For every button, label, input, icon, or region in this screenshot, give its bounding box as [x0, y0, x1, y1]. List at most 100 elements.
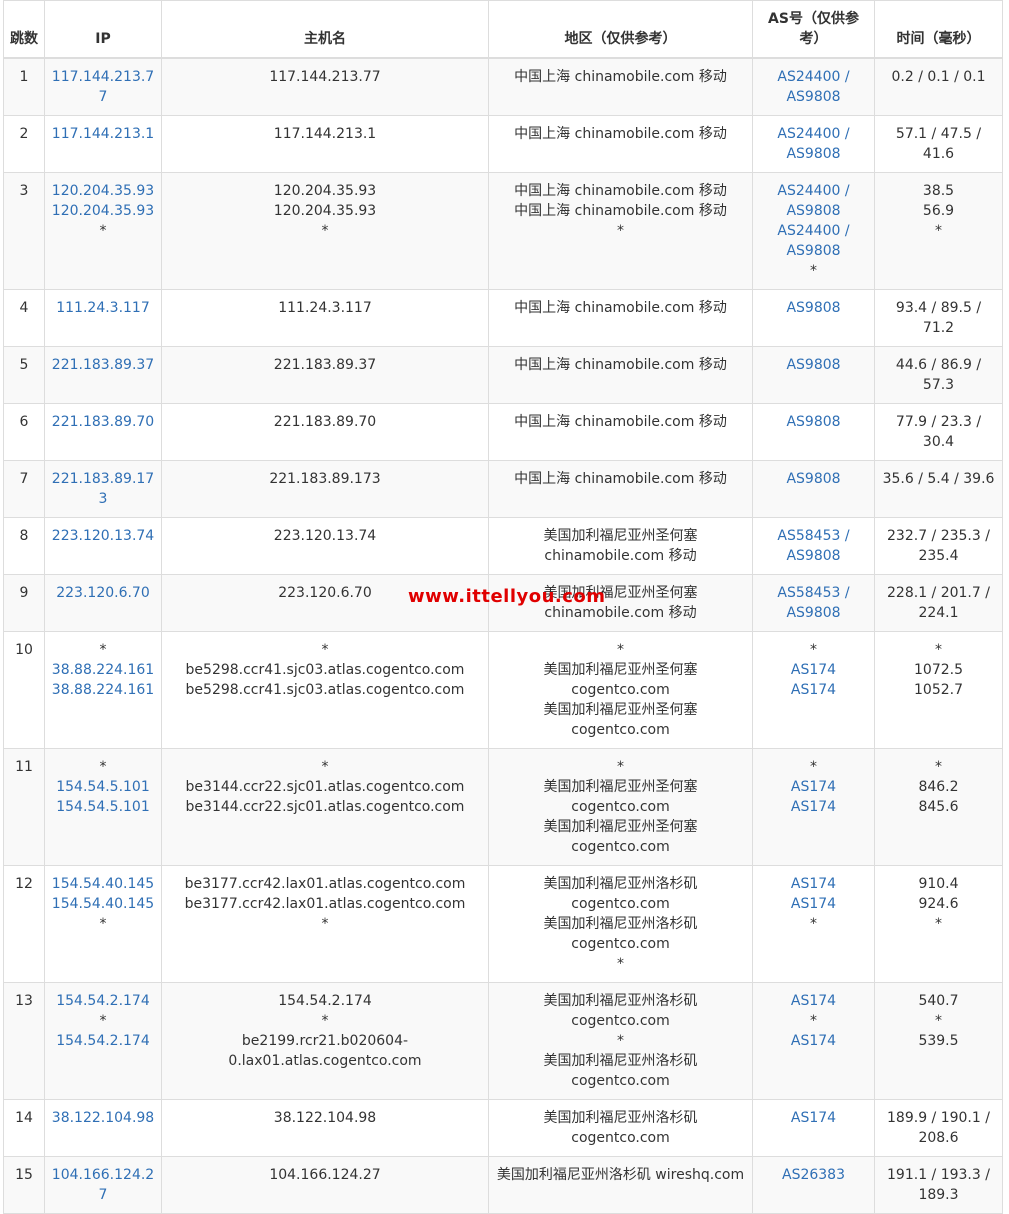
- as-link[interactable]: AS9808: [759, 298, 868, 318]
- as-link[interactable]: AS26383: [759, 1165, 868, 1185]
- as-link[interactable]: AS174: [759, 797, 868, 817]
- ip-link[interactable]: 104.166.124.27: [51, 1165, 155, 1205]
- as-link[interactable]: AS174: [759, 874, 868, 894]
- as-link[interactable]: AS9808: [759, 412, 868, 432]
- ip-link[interactable]: 223.120.6.70: [51, 583, 155, 603]
- time-cell: 540.7 * 539.5: [874, 982, 1003, 1100]
- host-line: be3177.ccr42.lax01.atlas.cogentco.com: [184, 876, 466, 892]
- ip-cell: 154.54.40.145 154.54.40.145 *: [44, 865, 162, 983]
- ip-link[interactable]: 120.204.35.93: [51, 181, 155, 201]
- host-line: *: [321, 642, 329, 658]
- ip-link[interactable]: 117.144.213.1: [51, 124, 155, 144]
- ip-link[interactable]: 120.204.35.93: [51, 201, 155, 221]
- host-line: 104.166.124.27: [269, 1167, 381, 1183]
- as-link[interactable]: AS9808: [759, 144, 868, 164]
- time-line: 71.2: [922, 320, 955, 336]
- region-line: cogentco.com: [571, 896, 670, 912]
- region-cell: 美国加利福尼亚州洛杉矶 cogentco.com 美国加利福尼亚州洛杉矶 cogent…: [488, 865, 753, 983]
- as-line: *: [810, 759, 817, 775]
- as-link[interactable]: AS9808: [759, 469, 868, 489]
- as-link[interactable]: AS24400 /: [759, 221, 868, 241]
- as-link[interactable]: AS24400 /: [759, 124, 868, 144]
- region-line: 美国加利福尼亚州圣何塞: [543, 779, 698, 795]
- ip-link[interactable]: 154.54.40.145: [51, 894, 155, 914]
- region-line: 美国加利福尼亚州洛杉矶: [543, 916, 698, 932]
- ip-link[interactable]: 221.183.89.70: [51, 412, 155, 432]
- hostname-cell: * be3144.ccr22.sjc01.atlas.cogentco.com be…: [161, 748, 489, 866]
- time-cell: 910.4 924.6 *: [874, 865, 1003, 983]
- time-cell: 35.6 / 5.4 / 39.6: [874, 460, 1003, 518]
- ip-link[interactable]: 154.54.40.145: [51, 874, 155, 894]
- time-line: 845.6: [918, 799, 959, 815]
- as-link[interactable]: AS174: [759, 1108, 868, 1128]
- region-line: *: [617, 223, 624, 239]
- as-link[interactable]: AS9808: [759, 355, 868, 375]
- as-link[interactable]: AS174: [759, 660, 868, 680]
- ip-link[interactable]: 221.183.89.37: [51, 355, 155, 375]
- region-line: *: [617, 759, 624, 775]
- as-link[interactable]: AS9808: [759, 603, 868, 623]
- ip-line: *: [99, 642, 107, 658]
- ip-link[interactable]: 221.183.89.173: [51, 469, 155, 509]
- time-line: *: [935, 1013, 942, 1029]
- host-line: be3177.ccr42.lax01.atlas.cogentco.com: [184, 896, 466, 912]
- as-link[interactable]: AS24400 /: [759, 67, 868, 87]
- region-line: cogentco.com: [571, 1130, 670, 1146]
- ip-link[interactable]: 154.54.2.174: [51, 991, 155, 1011]
- host-line: 223.120.13.74: [273, 528, 377, 544]
- as-link[interactable]: AS9808: [759, 546, 868, 566]
- host-line: *: [321, 916, 329, 932]
- region-cell: * 美国加利福尼亚州圣何塞 cogentco.com 美国加利福尼亚州圣何塞 cogen…: [488, 631, 753, 749]
- time-cell: * 1072.5 1052.7: [874, 631, 1003, 749]
- time-line: 93.4 / 89.5 /: [895, 300, 982, 316]
- hop-cell: 14: [3, 1099, 45, 1157]
- time-cell: 0.2 / 0.1 / 0.1: [874, 57, 1003, 116]
- time-line: 35.6 / 5.4 / 39.6: [882, 471, 995, 487]
- ip-link[interactable]: 154.54.5.101: [51, 777, 155, 797]
- ip-cell: 117.144.213.1: [44, 115, 162, 173]
- ip-link[interactable]: 117.144.213.77: [51, 67, 155, 107]
- region-line: cogentco.com: [571, 722, 670, 738]
- as-cell: AS9808: [752, 460, 875, 518]
- time-line: 540.7: [918, 993, 959, 1009]
- time-line: *: [935, 642, 942, 658]
- ip-line: *: [99, 916, 107, 932]
- as-link[interactable]: AS9808: [759, 241, 868, 261]
- ip-link[interactable]: 38.88.224.161: [51, 680, 155, 700]
- as-cell: AS24400 /AS9808: [752, 57, 875, 116]
- as-cell: AS9808: [752, 289, 875, 347]
- region-line: 中国上海 chinamobile.com 移动: [514, 183, 727, 199]
- time-cell: 44.6 / 86.9 / 57.3: [874, 346, 1003, 404]
- as-link[interactable]: AS174: [759, 991, 868, 1011]
- ip-link[interactable]: 223.120.13.74: [51, 526, 155, 546]
- as-link[interactable]: AS174: [759, 894, 868, 914]
- hop-cell: 15: [3, 1156, 45, 1214]
- as-link[interactable]: AS174: [759, 1031, 868, 1051]
- region-line: 美国加利福尼亚州圣何塞: [543, 528, 698, 544]
- ip-link[interactable]: 111.24.3.117: [51, 298, 155, 318]
- ip-link[interactable]: 38.88.224.161: [51, 660, 155, 680]
- ip-link[interactable]: 38.122.104.98: [51, 1108, 155, 1128]
- region-line: cogentco.com: [571, 682, 670, 698]
- as-cell: AS24400 /AS9808: [752, 115, 875, 173]
- as-link[interactable]: AS58453 /: [759, 526, 868, 546]
- as-link[interactable]: AS58453 /: [759, 583, 868, 603]
- as-link[interactable]: AS24400 /: [759, 181, 868, 201]
- as-cell: AS174 * AS174: [752, 982, 875, 1100]
- as-link[interactable]: AS174: [759, 777, 868, 797]
- as-link[interactable]: AS9808: [759, 87, 868, 107]
- as-cell: AS174 AS174 *: [752, 865, 875, 983]
- region-line: 中国上海 chinamobile.com 移动: [514, 69, 727, 85]
- region-line: cogentco.com: [571, 839, 670, 855]
- ip-link[interactable]: 154.54.2.174: [51, 1031, 155, 1051]
- as-link[interactable]: AS9808: [759, 201, 868, 221]
- hostname-cell: 223.120.13.74: [161, 517, 489, 575]
- ip-link[interactable]: 154.54.5.101: [51, 797, 155, 817]
- time-line: 235.4: [918, 548, 959, 564]
- as-link[interactable]: AS174: [759, 680, 868, 700]
- host-line: 120.204.35.93: [273, 183, 377, 199]
- time-line: *: [935, 223, 942, 239]
- region-line: 美国加利福尼亚州圣何塞: [543, 662, 698, 678]
- as-cell: AS24400 /AS9808 AS24400 /AS9808 *: [752, 172, 875, 290]
- table-row: 7 221.183.89.173 221.183.89.173 中国上海 chinam…: [3, 460, 1003, 518]
